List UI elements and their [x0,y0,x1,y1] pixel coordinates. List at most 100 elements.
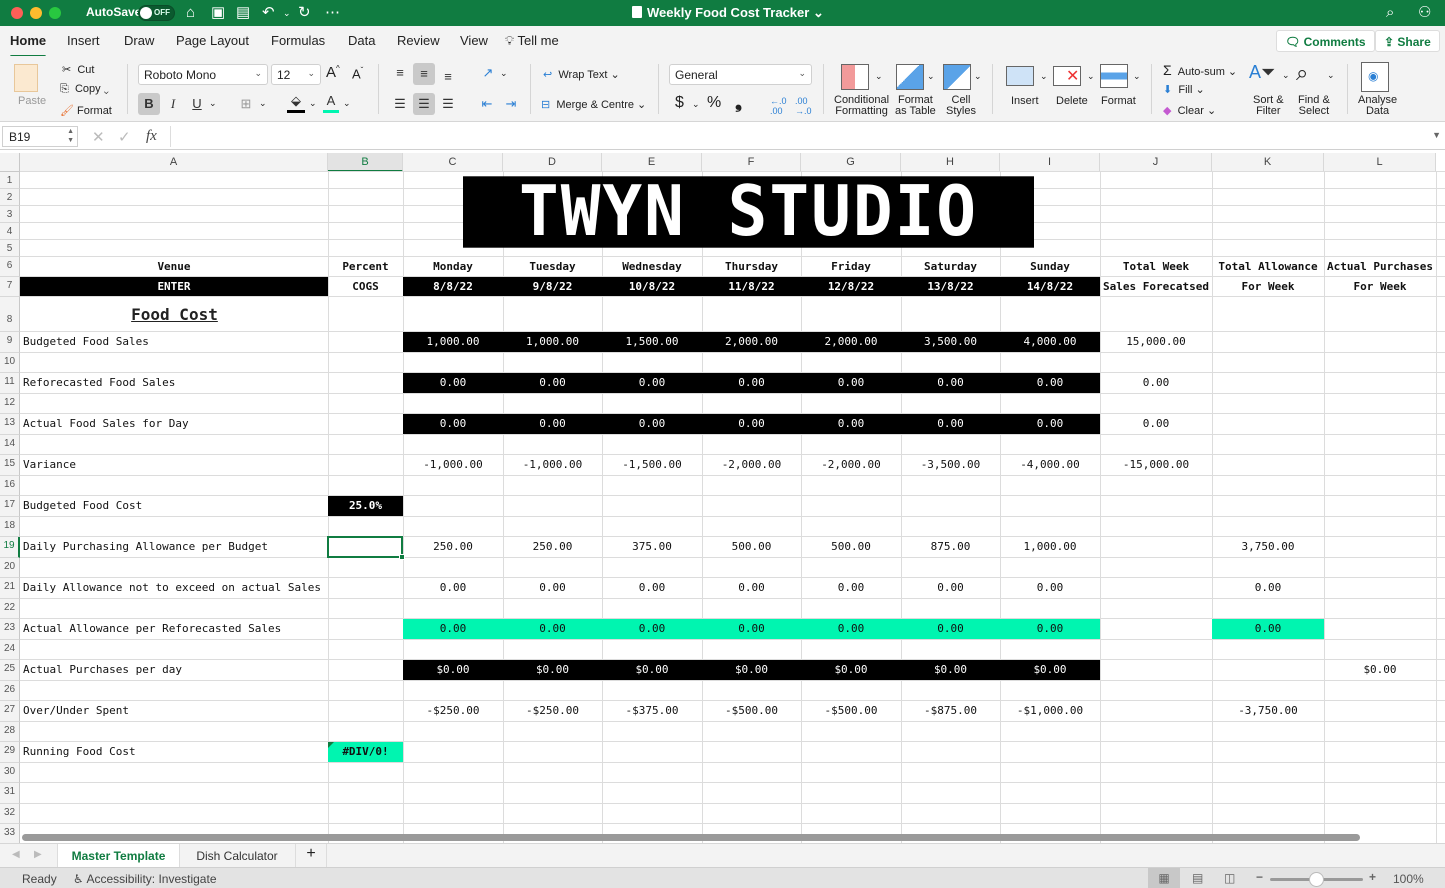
r15-friday[interactable]: -2,000.00 [801,455,901,475]
accessibility-checker[interactable]: ♿︎ Accessibility: Investigate [73,872,217,886]
row-header-33[interactable]: 33 [0,824,20,843]
r21-wednesday[interactable]: 0.00 [602,578,702,598]
header-cell[interactable]: Monday [403,257,503,276]
header-cell[interactable]: Friday [801,257,901,276]
date-friday[interactable]: 12/8/22 [801,277,901,296]
confirm-edit-icon[interactable]: ✓ [118,128,131,146]
horizontal-scrollbar[interactable] [22,834,1360,841]
sort-filter-dropdown-icon[interactable]: ⌄ [1282,70,1290,81]
r21-thursday[interactable]: 0.00 [702,578,801,598]
cancel-edit-icon[interactable]: ✕ [92,128,105,146]
row-label-19[interactable]: Daily Purchasing Allowance per Budget [20,537,328,557]
tab-home[interactable]: Home [10,33,47,58]
r11-tuesday[interactable]: 0.00 [503,373,602,393]
row-label-25[interactable]: Actual Purchases per day [20,660,328,680]
total-week-variance[interactable]: -15,000.00 [1100,455,1212,475]
r15-wednesday[interactable]: -1,500.00 [602,455,702,475]
row-header-22[interactable]: 22 [0,598,20,619]
share-people-icon[interactable]: ⚇ [1418,4,1431,22]
row-header-13[interactable]: 13 [0,414,20,435]
r11-wednesday[interactable]: 0.00 [602,373,702,393]
date-thursday[interactable]: 11/8/22 [702,277,801,296]
align-left-icon[interactable]: ☰ [390,93,410,115]
row-header-16[interactable]: 16 [0,475,20,496]
row-header-10[interactable]: 10 [0,352,20,373]
r27-monday[interactable]: -$250.00 [403,701,503,721]
header-cell[interactable]: Thursday [702,257,801,276]
currency-dropdown-icon[interactable]: ⌄ [692,99,700,110]
row-header-5[interactable]: 5 [0,240,20,257]
minimize-window-button[interactable] [30,7,42,19]
header-cell[interactable]: Total Allowance [1212,257,1324,276]
actual-purchases-week[interactable]: $0.00 [1324,660,1436,680]
header-cell[interactable]: Percent [328,257,403,276]
fill-handle[interactable] [399,553,405,560]
r25-tuesday[interactable]: $0.00 [503,660,602,680]
format-dropdown-icon[interactable]: ⌄ [1133,71,1141,82]
r15-sunday[interactable]: -4,000.00 [1000,455,1100,475]
add-sheet-button[interactable]: + [295,844,327,867]
row-header-24[interactable]: 24 [0,639,20,660]
r19-thursday[interactable]: 500.00 [702,537,801,557]
r13-monday[interactable]: 0.00 [403,414,503,434]
column-header-b[interactable]: B [328,153,403,172]
row-header-31[interactable]: 31 [0,783,20,804]
r19-friday[interactable]: 500.00 [801,537,901,557]
row-label-29[interactable]: Running Food Cost [20,742,328,762]
sheet-tab-master-template[interactable]: Master Template [57,844,180,867]
subheader-cell[interactable]: Sales Forecatsed [1100,277,1212,296]
underline-dropdown-icon[interactable]: ⌄ [209,98,217,109]
sort-filter-icon[interactable]: A⏷ [1249,62,1275,83]
search-icon[interactable]: ⌕ [1386,4,1394,22]
r13-sunday[interactable]: 0.00 [1000,414,1100,434]
save-as-icon[interactable]: ▤ [236,4,250,22]
row-header-27[interactable]: 27 [0,701,20,722]
font-color-icon[interactable]: A [323,92,339,113]
zoom-level[interactable]: 100% [1393,872,1424,886]
row-header-6[interactable]: 6 [0,257,20,277]
row-header-3[interactable]: 3 [0,206,20,223]
expand-formula-bar-icon[interactable]: ▼ [1432,130,1441,140]
r21-saturday[interactable]: 0.00 [901,578,1000,598]
row-header-23[interactable]: 23 [0,619,20,640]
find-select-icon[interactable]: ⌕ [1296,60,1308,86]
r19-sunday[interactable]: 1,000.00 [1000,537,1100,557]
format-as-table-button[interactable]: Format as Table [895,95,936,117]
r23-thursday[interactable]: 0.00 [702,619,801,639]
r25-monday[interactable]: $0.00 [403,660,503,680]
select-all-button[interactable] [0,153,20,172]
conditional-formatting-button[interactable]: Conditional Formatting [834,95,889,117]
font-color-dropdown-icon[interactable]: ⌄ [343,98,351,109]
row-header-18[interactable]: 18 [0,516,20,537]
merge-centre-button[interactable]: ⊟ Merge & Centre ⌄ [541,98,646,111]
row-label-23[interactable]: Actual Allowance per Reforecasted Sales [20,619,328,639]
borders-dropdown-icon[interactable]: ⌄ [259,98,267,109]
r23-tuesday[interactable]: 0.00 [503,619,602,639]
format-cells-icon[interactable] [1100,64,1128,88]
row-header-11[interactable]: 11 [0,373,20,394]
header-cell[interactable]: Wednesday [602,257,702,276]
row-header-9[interactable]: 9 [0,332,20,353]
r25-sunday[interactable]: $0.00 [1000,660,1100,680]
r21-tuesday[interactable]: 0.00 [503,578,602,598]
cell-styles-button[interactable]: Cell Styles [946,95,976,117]
row-header-2[interactable]: 2 [0,189,20,206]
date-wednesday[interactable]: 10/8/22 [602,277,702,296]
document-title[interactable]: Weekly Food Cost Tracker ⌄ [632,5,824,21]
column-header-k[interactable]: K [1212,153,1324,172]
date-monday[interactable]: 8/8/22 [403,277,503,296]
row-header-12[interactable]: 12 [0,393,20,414]
insert-dropdown-icon[interactable]: ⌄ [1040,71,1048,82]
subheader-cell[interactable]: ENTER [20,277,328,296]
r19-wednesday[interactable]: 375.00 [602,537,702,557]
subheader-cell[interactable]: For Week [1212,277,1324,296]
column-header-f[interactable]: F [702,153,801,172]
r25-wednesday[interactable]: $0.00 [602,660,702,680]
header-cell[interactable]: Total Week [1100,257,1212,276]
share-button[interactable]: ⇪ Share [1375,30,1440,52]
increase-decimal-icon[interactable]: ←.0.00 [770,96,787,116]
sort-filter-button[interactable]: Sort & Filter [1253,95,1284,117]
row-header-14[interactable]: 14 [0,434,20,455]
page-layout-view-icon[interactable]: ▤ [1192,871,1203,885]
tab-draw[interactable]: Draw [124,33,154,48]
